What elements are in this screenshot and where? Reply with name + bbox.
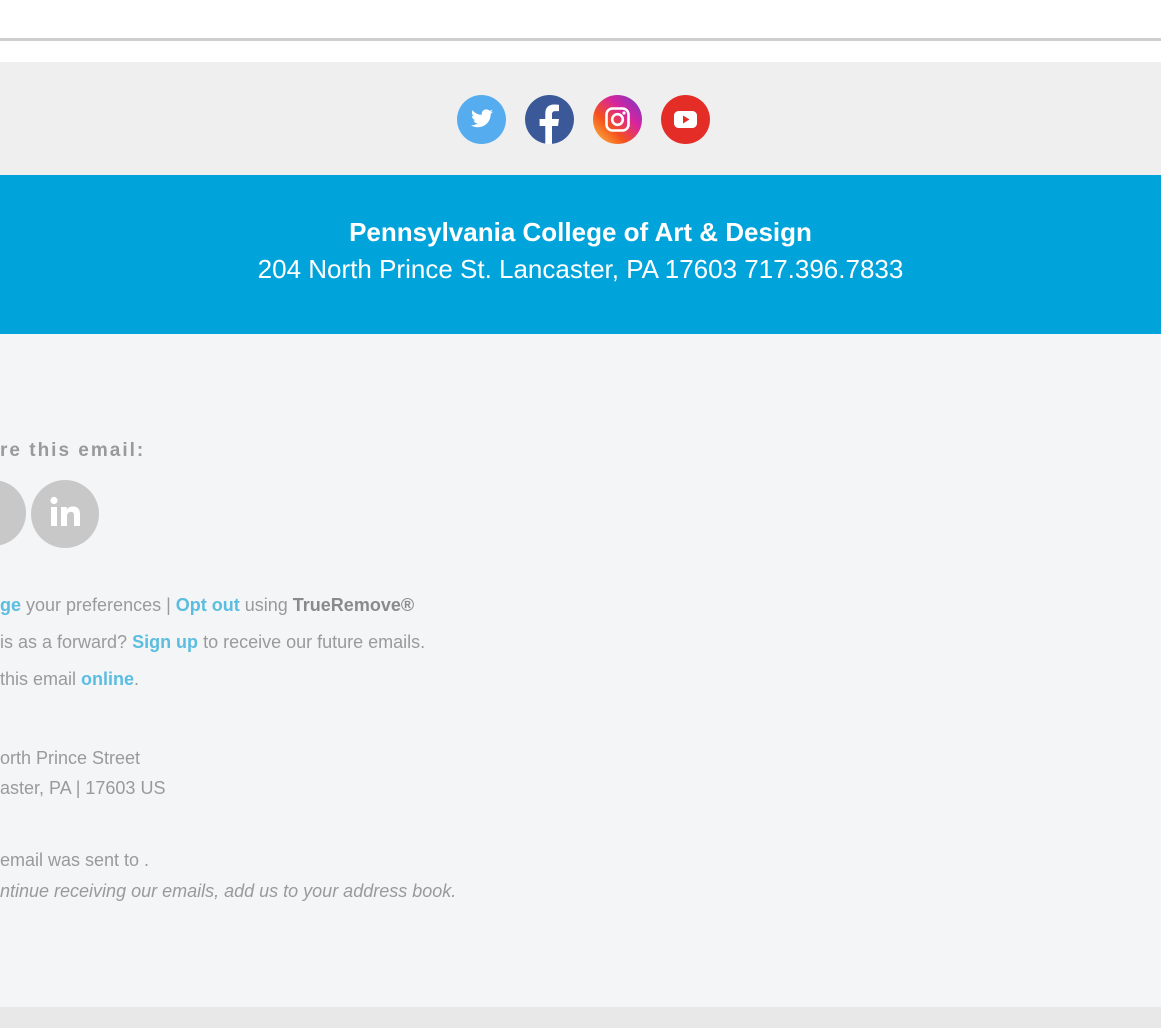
preferences-line: ge your preferences | Opt out using True… xyxy=(0,595,414,616)
using-text: using xyxy=(239,595,293,615)
org-address: 204 North Prince St. Lancaster, PA 17603… xyxy=(257,254,904,284)
forward-line: is as a forward? Sign up to receive our … xyxy=(0,632,425,653)
forward-suffix: to receive our future emails. xyxy=(198,632,426,652)
share-partial-icon[interactable] xyxy=(0,480,26,546)
org-name: Pennsylvania College of Art & Design xyxy=(349,217,812,247)
preferences-text: your preferences | xyxy=(21,595,176,615)
youtube-icon[interactable] xyxy=(661,95,710,144)
online-line: this email online. xyxy=(0,669,139,690)
top-spacer xyxy=(0,0,1161,38)
instagram-icon[interactable] xyxy=(593,95,642,144)
online-suffix: . xyxy=(134,669,140,689)
linkedin-icon[interactable] xyxy=(31,480,99,548)
trueremove-label: TrueRemove® xyxy=(292,595,415,615)
email-footer: re this email: ge your preferences | Opt… xyxy=(0,334,1161,1007)
social-band xyxy=(0,62,1161,175)
sent-to-line: email was sent to . xyxy=(0,850,150,870)
gap-spacer xyxy=(0,41,1161,62)
facebook-icon[interactable] xyxy=(525,95,574,144)
online-prefix: this email xyxy=(0,669,82,689)
opt-out-link[interactable]: Opt out xyxy=(176,595,240,615)
forward-prefix: is as a forward? xyxy=(0,632,133,652)
twitter-icon[interactable] xyxy=(457,95,506,144)
org-banner: Pennsylvania College of Art & Design 204… xyxy=(0,175,1161,334)
postal-address-line1: orth Prince Street xyxy=(0,748,141,768)
address-book-note: ntinue receiving our emails, add us to y… xyxy=(0,881,457,901)
manage-preferences-link[interactable]: ge xyxy=(0,595,21,615)
social-icons-row xyxy=(457,95,710,144)
postal-address-line2: aster, PA | 17603 US xyxy=(0,778,166,798)
share-label: re this email: xyxy=(0,440,146,461)
bottom-band xyxy=(0,1007,1161,1028)
view-online-link[interactable]: online xyxy=(81,669,134,689)
sign-up-link[interactable]: Sign up xyxy=(132,632,198,652)
